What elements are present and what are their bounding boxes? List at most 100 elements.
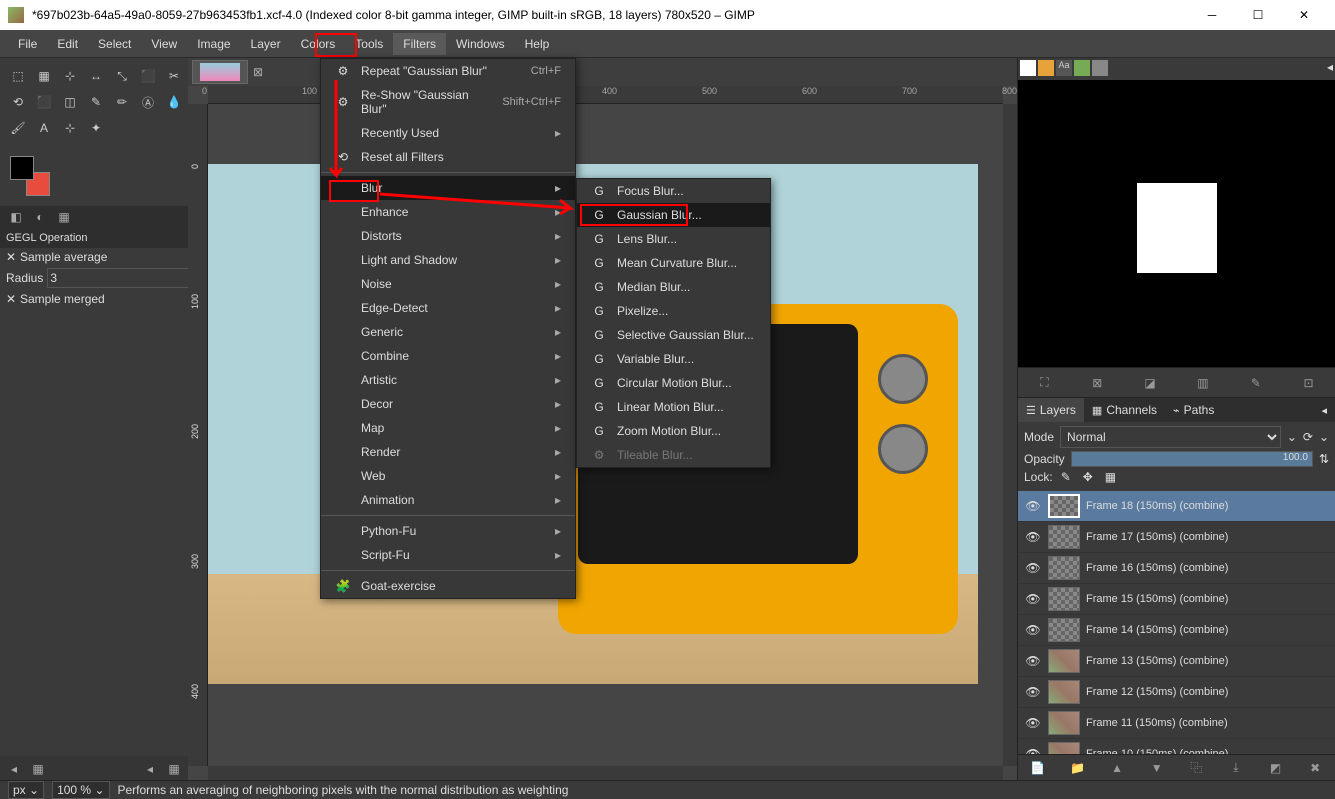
menu-edge-detect[interactable]: Edge-Detect▸ <box>321 296 575 320</box>
menu-gaussian-blur[interactable]: GGaussian Blur... <box>577 203 770 227</box>
tool-gradient[interactable]: ◫ <box>58 90 82 114</box>
visibility-icon[interactable]: 👁 <box>1024 561 1042 575</box>
maximize-button[interactable]: ☐ <box>1235 0 1281 30</box>
close-button[interactable]: ✕ <box>1281 0 1327 30</box>
scrollbar-vertical[interactable] <box>1003 104 1017 766</box>
menu-mean-curvature-blur[interactable]: GMean Curvature Blur... <box>577 251 770 275</box>
nav-action-5[interactable]: ✎ <box>1246 373 1266 393</box>
lower-layer-button[interactable]: ▼ <box>1147 758 1167 778</box>
menu-image[interactable]: Image <box>187 33 240 55</box>
menu-view[interactable]: View <box>141 33 187 55</box>
layer-row[interactable]: 👁Frame 14 (150ms) (combine) <box>1018 615 1335 646</box>
menu-render[interactable]: Render▸ <box>321 440 575 464</box>
visibility-icon[interactable]: 👁 <box>1024 499 1042 513</box>
lock-move-icon[interactable]: ✥ <box>1083 470 1097 484</box>
opt-action-3[interactable]: ◂ <box>140 760 160 778</box>
chevron-down-icon[interactable]: ⌄ <box>1287 430 1297 444</box>
swatch-orange[interactable] <box>1038 60 1054 76</box>
swatch-grey[interactable] <box>1092 60 1108 76</box>
menu-python-fu[interactable]: Python-Fu▸ <box>321 519 575 543</box>
spinner-icon[interactable]: ⇅ <box>1319 452 1329 466</box>
tool-star[interactable]: ✦ <box>84 116 108 140</box>
layer-row[interactable]: 👁Frame 18 (150ms) (combine) <box>1018 491 1335 522</box>
raise-layer-button[interactable]: ▲ <box>1107 758 1127 778</box>
tool-scissors[interactable]: ✂ <box>162 64 186 88</box>
opt-icon-3[interactable]: ▦ <box>54 208 74 226</box>
visibility-icon[interactable]: 👁 <box>1024 685 1042 699</box>
menu-recent[interactable]: Recently Used▸ <box>321 121 575 145</box>
visibility-icon[interactable]: 👁 <box>1024 747 1042 754</box>
menu-zoom-motion-blur[interactable]: GZoom Motion Blur... <box>577 419 770 443</box>
dock-menu-icon[interactable]: ◂ <box>1313 398 1335 422</box>
menu-goat[interactable]: 🧩Goat-exercise <box>321 574 575 598</box>
tool-paintbrush[interactable]: ✏ <box>110 90 134 114</box>
menu-file[interactable]: File <box>8 33 47 55</box>
tool-bucket[interactable]: ⬛ <box>32 90 56 114</box>
visibility-icon[interactable]: 👁 <box>1024 623 1042 637</box>
menu-linear-motion-blur[interactable]: GLinear Motion Blur... <box>577 395 770 419</box>
menu-variable-blur[interactable]: GVariable Blur... <box>577 347 770 371</box>
menu-script-fu[interactable]: Script-Fu▸ <box>321 543 575 567</box>
tool-fuzzy-select[interactable]: ▦ <box>32 64 56 88</box>
visibility-icon[interactable]: 👁 <box>1024 592 1042 606</box>
minimize-button[interactable]: ─ <box>1189 0 1235 30</box>
menu-distorts[interactable]: Distorts▸ <box>321 224 575 248</box>
scrollbar-horizontal[interactable] <box>208 766 1003 780</box>
menu-focus-blur[interactable]: GFocus Blur... <box>577 179 770 203</box>
menu-light-shadow[interactable]: Light and Shadow▸ <box>321 248 575 272</box>
opt-action-4[interactable]: ▦ <box>164 760 184 778</box>
layer-row[interactable]: 👁Frame 10 (150ms) (combine) <box>1018 739 1335 754</box>
menu-map[interactable]: Map▸ <box>321 416 575 440</box>
unit-select[interactable]: px ⌄ <box>8 781 44 799</box>
tool-pencil[interactable]: ✎ <box>84 90 108 114</box>
menu-artistic[interactable]: Artistic▸ <box>321 368 575 392</box>
mode-select[interactable]: Normal <box>1060 426 1281 448</box>
document-tab[interactable] <box>192 60 248 84</box>
layer-row[interactable]: 👁Frame 11 (150ms) (combine) <box>1018 708 1335 739</box>
lock-paint-icon[interactable]: ✎ <box>1061 470 1075 484</box>
ruler-vertical[interactable]: 0100200300400 <box>188 104 208 766</box>
swatch-aa[interactable]: Aa <box>1056 60 1072 76</box>
menu-tools[interactable]: Tools <box>345 33 393 55</box>
menu-layer[interactable]: Layer <box>241 33 291 55</box>
menu-reset[interactable]: ⟲Reset all Filters <box>321 145 575 169</box>
tool-rotate[interactable]: ⟲ <box>6 90 30 114</box>
switch-icon[interactable]: ⟳ <box>1303 430 1313 444</box>
menu-lens-blur[interactable]: GLens Blur... <box>577 227 770 251</box>
nav-action-1[interactable]: ⛶ <box>1034 373 1054 393</box>
tool-heal[interactable]: ⊹ <box>58 116 82 140</box>
fg-color[interactable] <box>10 156 34 180</box>
layer-row[interactable]: 👁Frame 15 (150ms) (combine) <box>1018 584 1335 615</box>
tool-rect-select[interactable]: ⬚ <box>6 64 30 88</box>
layer-row[interactable]: 👁Frame 13 (150ms) (combine) <box>1018 646 1335 677</box>
menu-animation[interactable]: Animation▸ <box>321 488 575 512</box>
nav-preview-box[interactable] <box>1038 98 1315 357</box>
menu-circular-motion-blur[interactable]: GCircular Motion Blur... <box>577 371 770 395</box>
menu-help[interactable]: Help <box>515 33 560 55</box>
nav-action-3[interactable]: ◪ <box>1140 373 1160 393</box>
tab-paths[interactable]: ⌁ Paths <box>1165 398 1222 422</box>
tool-scale[interactable]: ⤡ <box>110 64 134 88</box>
tab-channels[interactable]: ▦ Channels <box>1084 398 1165 422</box>
menu-median-blur[interactable]: GMedian Blur... <box>577 275 770 299</box>
tool-free-select[interactable]: ⊹ <box>58 64 82 88</box>
mask-button[interactable]: ◩ <box>1266 758 1286 778</box>
tool-ink[interactable]: 💧 <box>162 90 186 114</box>
menu-web[interactable]: Web▸ <box>321 464 575 488</box>
visibility-icon[interactable]: 👁 <box>1024 716 1042 730</box>
opacity-slider[interactable]: 100.0 <box>1071 451 1313 467</box>
layer-row[interactable]: 👁Frame 17 (150ms) (combine) <box>1018 522 1335 553</box>
layer-row[interactable]: 👁Frame 12 (150ms) (combine) <box>1018 677 1335 708</box>
dock-menu-icon[interactable]: ◂ <box>1327 60 1333 78</box>
color-swatch[interactable] <box>10 156 50 196</box>
opt-action-2[interactable]: ▦ <box>28 760 48 778</box>
lock-alpha-icon[interactable]: ▦ <box>1105 470 1119 484</box>
menu-pixelize[interactable]: GPixelize... <box>577 299 770 323</box>
delete-layer-button[interactable]: ✖ <box>1305 758 1325 778</box>
visibility-icon[interactable]: 👁 <box>1024 654 1042 668</box>
menu-enhance[interactable]: Enhance▸ <box>321 200 575 224</box>
opt-icon-2[interactable]: ◐ <box>30 208 50 226</box>
layer-group-button[interactable]: 📁 <box>1067 758 1087 778</box>
menu-select[interactable]: Select <box>88 33 141 55</box>
duplicate-layer-button[interactable]: ⿻ <box>1186 758 1206 778</box>
